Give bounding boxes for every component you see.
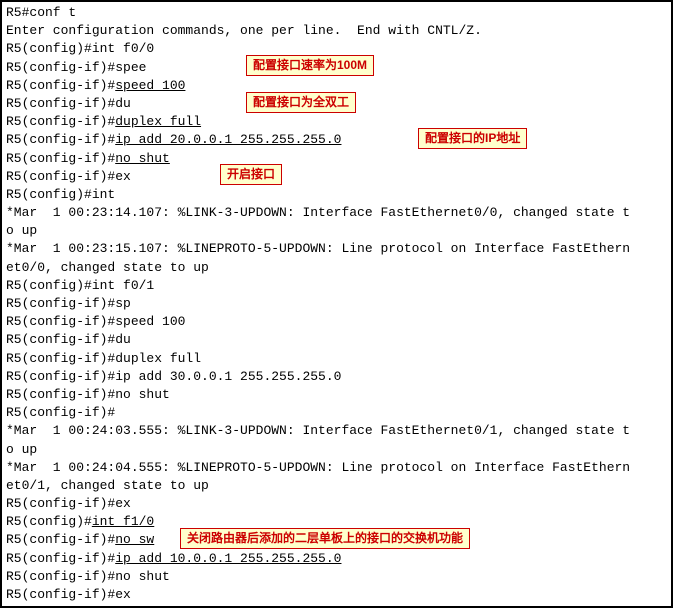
- cli-line: et0/0, changed state to up: [6, 259, 667, 277]
- cli-line: R5(config-if)#no shut: [6, 386, 667, 404]
- terminal-output: R5#conf t Enter configuration commands, …: [2, 2, 671, 606]
- cli-command: no shut: [115, 151, 170, 166]
- cli-line: R5(config-if)#no shut: [6, 568, 667, 586]
- cli-line: R5(config-if)#ip add 10.0.0.1 255.255.25…: [6, 550, 667, 568]
- cli-prompt: R5(config-if)#: [6, 151, 115, 166]
- annotation-nosw: 关闭路由器后添加的二层单板上的接口的交换机功能: [180, 528, 470, 549]
- cli-line: R5(config-if)#ip add 30.0.0.1 255.255.25…: [6, 368, 667, 386]
- cli-line: R5(config-if)#speed 100: [6, 313, 667, 331]
- cli-line: R5(config)#int f0/1: [6, 277, 667, 295]
- cli-line: *Mar 1 00:23:14.107: %LINK-3-UPDOWN: Int…: [6, 204, 667, 222]
- cli-line: *Mar 1 00:23:15.107: %LINEPROTO-5-UPDOWN…: [6, 240, 667, 258]
- cli-line: R5(config-if)#sp: [6, 295, 667, 313]
- annotation-noshut: 开启接口: [220, 164, 282, 185]
- cli-line: R5(config-if)#duplex full: [6, 113, 667, 131]
- cli-line: o up: [6, 222, 667, 240]
- cli-prompt: R5(config)#: [6, 514, 92, 529]
- cli-command: no sw: [115, 532, 154, 547]
- cli-line: R5(config-if)#: [6, 404, 667, 422]
- cli-line: R5(config-if)#ip add 20.0.0.1 255.255.25…: [6, 131, 667, 149]
- cli-line: *Mar 1 00:24:04.555: %LINEPROTO-5-UPDOWN…: [6, 459, 667, 477]
- cli-line: R5(config-if)#duplex full: [6, 350, 667, 368]
- cli-line: R5#conf t: [6, 4, 667, 22]
- annotation-ip: 配置接口的IP地址: [418, 128, 527, 149]
- cli-command: ip add 10.0.0.1 255.255.255.0: [115, 551, 341, 566]
- cli-prompt: R5(config-if)#: [6, 132, 115, 147]
- cli-line: R5(config-if)#ex: [6, 495, 667, 513]
- annotation-duplex: 配置接口为全双工: [246, 92, 356, 113]
- cli-command: int f1/0: [92, 514, 154, 529]
- cli-line: R5(config-if)#du: [6, 331, 667, 349]
- cli-line: *Mar 1 00:24:03.555: %LINK-3-UPDOWN: Int…: [6, 422, 667, 440]
- cli-prompt: R5(config-if)#: [6, 551, 115, 566]
- annotation-speed: 配置接口速率为100M: [246, 55, 374, 76]
- cli-line: R5(config-if)#ex: [6, 586, 667, 604]
- cli-line: R5(config-if)#ex: [6, 168, 667, 186]
- cli-prompt: R5(config-if)#: [6, 114, 115, 129]
- cli-prompt: R5(config-if)#: [6, 532, 115, 547]
- cli-line: o up: [6, 441, 667, 459]
- cli-line: R5(config-if)#no shut: [6, 150, 667, 168]
- cli-command: duplex full: [115, 114, 201, 129]
- cli-prompt: R5(config-if)#: [6, 78, 115, 93]
- cli-line: et0/1, changed state to up: [6, 477, 667, 495]
- cli-line: R5(config)#int: [6, 186, 667, 204]
- cli-command: speed 100: [115, 78, 185, 93]
- cli-command: ip add 20.0.0.1 255.255.255.0: [115, 132, 341, 147]
- cli-line: Enter configuration commands, one per li…: [6, 22, 667, 40]
